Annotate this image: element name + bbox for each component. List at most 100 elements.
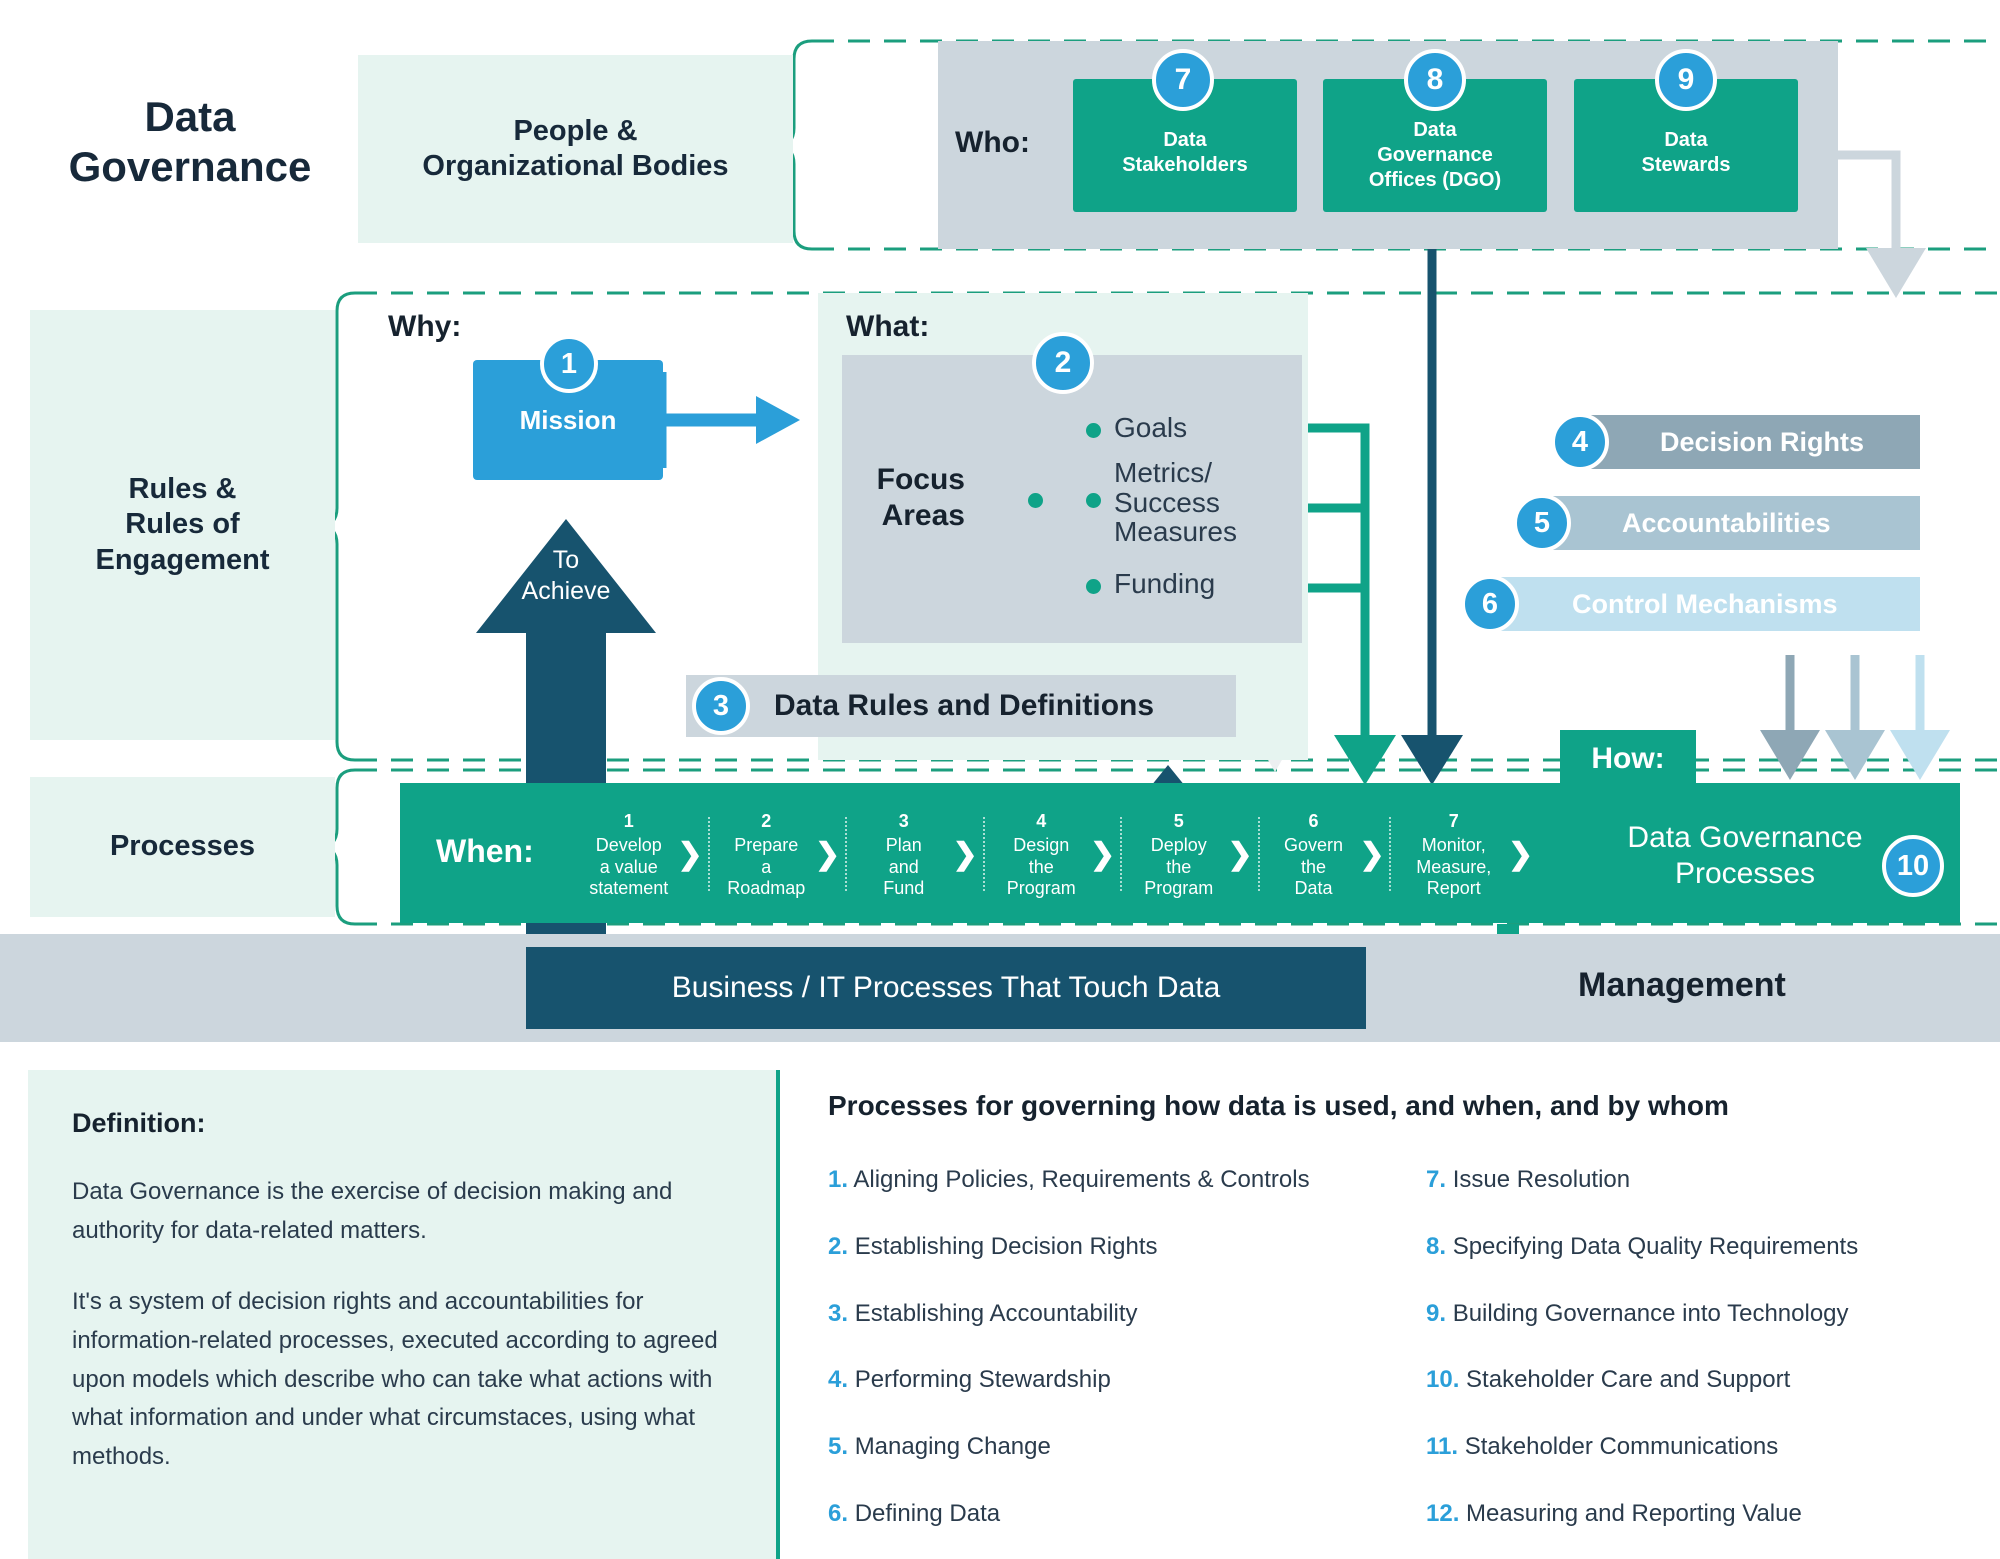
focus-item-funding: Funding (1114, 568, 1216, 599)
focus-line2: Areas (881, 499, 965, 532)
step-4-num: 4 (1036, 810, 1047, 831)
list-item-number: 3. (828, 1299, 849, 1327)
processes-list-left-column: 1. Aligning Policies, Requirements & Con… (828, 1166, 1408, 1529)
badge-5: 5 (1513, 494, 1571, 552)
step-divider-1 (707, 817, 710, 891)
list-item-number: 10. (1426, 1366, 1460, 1394)
to-achieve-label: To Achieve (506, 545, 626, 606)
list-item-text: Issue Resolution (1452, 1166, 1631, 1193)
data-rules-label: Data Rules and Definitions (774, 689, 1155, 722)
list-item-number: 1. (828, 1166, 849, 1193)
step-divider-6 (1389, 817, 1392, 891)
step-2-num: 2 (761, 810, 772, 831)
step-4-line3: Program (1006, 878, 1076, 899)
metrics-line3: Measures (1114, 516, 1237, 548)
list-item-text: Defining Data (854, 1499, 1001, 1527)
diagram-root: Data Governance People & Organizational … (0, 0, 2000, 1559)
to-achieve-line1: To (552, 546, 580, 574)
processes-list-panel: Processes for governing how data is used… (828, 1090, 1978, 1550)
focus-item-goals: Goals (1114, 412, 1188, 443)
funding-dot (1086, 579, 1101, 594)
badge-8: 8 (1404, 49, 1466, 111)
focus-line1: Focus (876, 463, 965, 496)
page-title-line2: Governance (68, 142, 312, 190)
rights-bar-accountabilities[interactable]: Accountabilities (1552, 496, 1920, 550)
list-item-text: Establishing Decision Rights (854, 1232, 1158, 1260)
chevron-7-icon: ❯ (1508, 837, 1534, 871)
metrics-dot (1086, 493, 1101, 508)
when-label: When: (436, 833, 534, 869)
page-title: Data Governance (40, 92, 340, 191)
badge-9: 9 (1655, 49, 1717, 111)
list-item-number: 7. (1426, 1166, 1447, 1193)
rights-bar-decision-rights[interactable]: Decision Rights (1590, 415, 1920, 469)
chevron-3-icon: ❯ (952, 837, 978, 871)
step-4-line1: Design (1013, 834, 1070, 855)
step-7-line2: Measure, (1416, 856, 1492, 877)
step-3-line1: Plan (885, 834, 922, 855)
list-item[interactable]: 6. Defining Data (828, 1500, 1408, 1529)
category-processes-label: Processes (109, 830, 256, 863)
what-label: What: (846, 310, 930, 343)
when-steps: 1 Develop a value statement ❯ 2 Prepare … (580, 798, 1534, 910)
list-item[interactable]: 7. Issue Resolution (1426, 1166, 1966, 1195)
business-it-processes-bar: Business / IT Processes That Touch Data (526, 947, 1366, 1029)
list-item[interactable]: 12. Measuring and Reporting Value (1426, 1500, 1966, 1529)
step-2-line1: Prepare (734, 834, 799, 855)
list-item[interactable]: 4. Performing Stewardship (828, 1366, 1408, 1395)
rights-bar-control-mechanisms[interactable]: Control Mechanisms (1500, 577, 1920, 631)
page-title-line1: Data (144, 93, 236, 140)
why-label: Why: (388, 310, 462, 343)
business-it-processes-label: Business / IT Processes That Touch Data (671, 971, 1221, 1004)
focus-areas-label: Focus Areas (820, 462, 965, 534)
list-item-number: 11. (1426, 1433, 1459, 1461)
list-item-text: Stakeholder Communications (1464, 1433, 1779, 1461)
list-item[interactable]: 2. Establishing Decision Rights (828, 1233, 1408, 1262)
badge-3: 3 (692, 677, 750, 735)
definition-paragraph-1: Data Governance is the exercise of decis… (72, 1178, 673, 1244)
control-mechanisms-label: Control Mechanisms (1572, 588, 1838, 619)
when-step-1[interactable]: 1 Develop a value statement (580, 808, 678, 901)
list-item[interactable]: 9. Building Governance into Technology (1426, 1300, 1966, 1329)
list-item[interactable]: 1. Aligning Policies, Requirements & Con… (828, 1166, 1408, 1195)
category-processes: Processes (30, 777, 335, 917)
when-step-5[interactable]: 5 Deploy the Program (1130, 808, 1228, 901)
mission-label: Mission (519, 404, 617, 435)
definition-panel: Definition: Data Governance is the exerc… (28, 1070, 780, 1559)
who-box-2-line2: Governance (1377, 144, 1493, 166)
step-divider-4 (1120, 817, 1122, 891)
list-item-text: Managing Change (854, 1433, 1051, 1461)
when-step-3[interactable]: 3 Plan and Fund (855, 808, 953, 901)
step-divider-3 (982, 817, 985, 891)
when-step-4[interactable]: 4 Design the Program (993, 808, 1091, 901)
list-item-number: 4. (828, 1366, 849, 1394)
list-item-number: 8. (1426, 1232, 1447, 1260)
badge-10: 10 (1882, 835, 1944, 897)
list-item-number: 2. (828, 1232, 849, 1260)
who-box-1-line1: Data (1163, 128, 1207, 151)
data-rules-and-definitions-bar[interactable]: Data Rules and Definitions (686, 675, 1236, 737)
when-step-6[interactable]: 6 Govern the Data (1268, 808, 1360, 901)
list-item[interactable]: 8. Specifying Data Quality Requirements (1426, 1233, 1966, 1262)
dgp-line1: Data Governance (1627, 821, 1863, 854)
list-item-text: Specifying Data Quality Requirements (1452, 1232, 1859, 1260)
definition-title: Definition: (72, 1108, 206, 1138)
chevron-5-icon: ❯ (1227, 837, 1253, 871)
step-1-line3: statement (589, 878, 669, 899)
when-step-2[interactable]: 2 Prepare a Roadmap (718, 808, 816, 901)
who-label: Who: (955, 126, 1030, 159)
decision-rights-label: Decision Rights (1660, 426, 1865, 457)
step-5-line3: Program (1144, 878, 1214, 899)
list-item[interactable]: 5. Managing Change (828, 1433, 1408, 1462)
focus-hub-dot (1028, 493, 1043, 508)
step-1-line1: Develop (595, 834, 662, 855)
list-item-text: Measuring and Reporting Value (1466, 1499, 1802, 1527)
step-5-line1: Deploy (1150, 834, 1207, 855)
list-item[interactable]: 3. Establishing Accountability (828, 1300, 1408, 1329)
list-item[interactable]: 10. Stakeholder Care and Support (1426, 1366, 1966, 1395)
step-5-num: 5 (1173, 810, 1184, 831)
when-step-7[interactable]: 7 Monitor, Measure, Report (1399, 808, 1508, 901)
list-item[interactable]: 11. Stakeholder Communications (1426, 1433, 1966, 1462)
step-1-line2: a value (599, 856, 658, 877)
list-item-text: Building Governance into Technology (1452, 1299, 1849, 1327)
